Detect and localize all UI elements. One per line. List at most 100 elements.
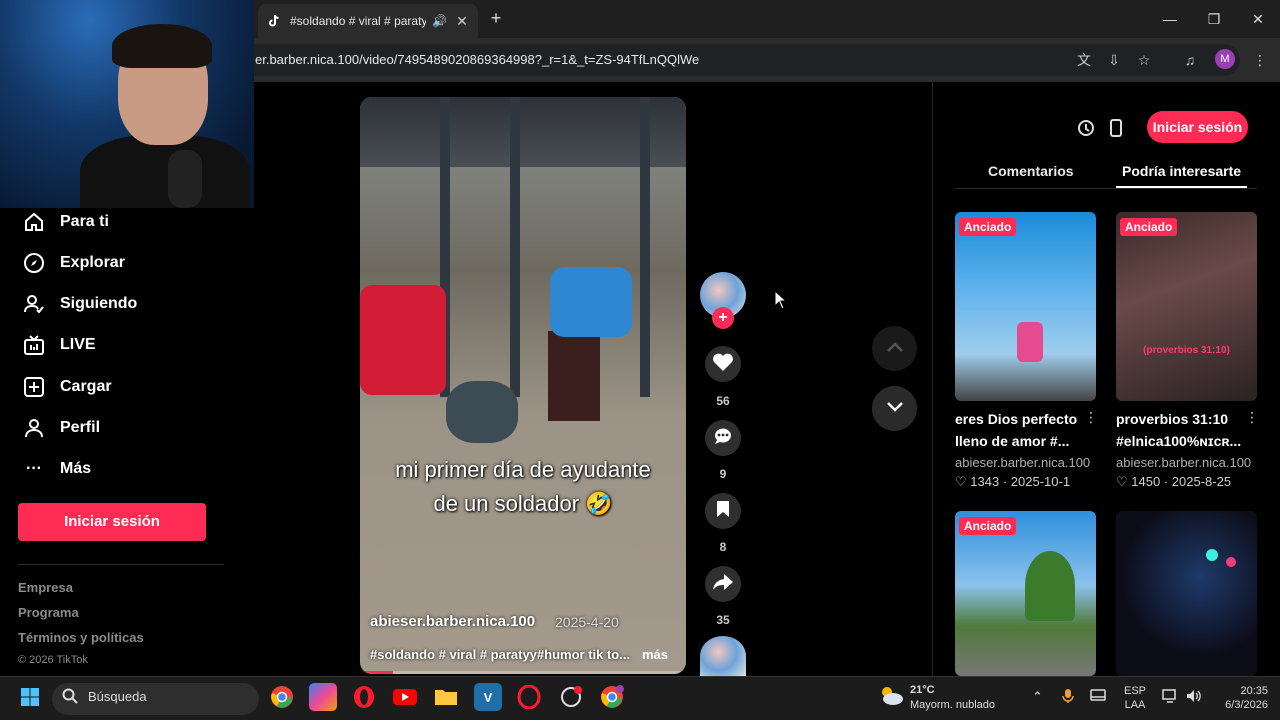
following-icon (20, 290, 48, 318)
network-icon[interactable] (1162, 689, 1178, 708)
audio-playing-icon[interactable]: 🔊 (432, 14, 448, 28)
meta-separator: · (1002, 474, 1011, 489)
coin-icon[interactable] (1072, 114, 1100, 142)
capture-app-icon[interactable] (557, 683, 585, 711)
tab-podria-interesarte[interactable]: Podría interesarte (1122, 163, 1241, 179)
card-date: 2025-10-1 (1010, 474, 1071, 489)
maximize-button[interactable]: ❐ (1194, 6, 1234, 32)
recommended-video-card[interactable]: Anciado (955, 511, 1096, 676)
card-meta: ♡ 1343 · 2025-10-1 (955, 474, 1070, 490)
follow-plus-icon[interactable]: + (712, 307, 734, 329)
chrome-profile-icon[interactable] (598, 683, 626, 711)
windows-start-icon[interactable] (16, 683, 44, 711)
card-menu-icon[interactable]: ⋮ (1245, 409, 1259, 426)
video-author[interactable]: abieser.barber.nica.100 (370, 613, 535, 630)
sidebar-item-mas[interactable]: ··· Más (20, 455, 91, 483)
sidebar-item-siguiendo[interactable]: Siguiendo (20, 290, 137, 318)
card-likes: 1343 (970, 474, 1000, 489)
tab-title: #soldando # viral # paratyy (290, 14, 426, 28)
share-button[interactable] (705, 566, 741, 602)
heart-outline-icon: ♡ (1116, 474, 1128, 489)
next-creator-avatar[interactable] (700, 636, 746, 676)
sidebar-item-live[interactable]: LIVE (20, 331, 96, 359)
volume-icon[interactable] (1186, 689, 1202, 708)
sidebar-item-perfil[interactable]: Perfil (20, 414, 100, 442)
chrome-icon[interactable] (268, 683, 296, 711)
browser-tab[interactable]: #soldando # viral # paratyy 🔊 ✕ (258, 4, 478, 38)
profile-avatar[interactable]: M (1215, 49, 1235, 69)
display-icon[interactable] (1090, 689, 1106, 708)
pinned-badge: Anciado (1120, 218, 1178, 236)
minimize-button[interactable]: — (1150, 6, 1190, 32)
tabs-divider (955, 188, 1257, 189)
card-title-line: proverbios 31:10 (1116, 411, 1229, 427)
save-button[interactable] (705, 493, 741, 529)
youtube-icon[interactable] (391, 683, 419, 711)
comment-button[interactable] (705, 420, 741, 456)
video-progress-fill (360, 671, 393, 674)
tab-close-icon[interactable]: ✕ (454, 13, 470, 30)
file-explorer-icon[interactable] (432, 683, 460, 711)
recommended-video-card[interactable] (1116, 511, 1257, 676)
mobile-app-icon[interactable] (1102, 114, 1130, 142)
share-count: 35 (716, 613, 730, 627)
footer-link-empresa[interactable]: Empresa (18, 580, 73, 595)
translate-icon[interactable]: 文 (1074, 50, 1094, 70)
sidebar-item-explorar[interactable]: Explorar (20, 249, 125, 277)
microphone-icon[interactable] (1062, 688, 1074, 709)
tray-chevron-up-icon[interactable]: ⌃ (1032, 690, 1043, 704)
video-description: #soldando # viral # paratyy#humor tik to… (370, 647, 631, 662)
card-title[interactable]: eres Dios perfecto lleno de amor #... (955, 408, 1090, 452)
heart-outline-icon: ♡ (955, 474, 967, 489)
copilot-icon[interactable] (309, 683, 337, 711)
video-more-link[interactable]: más (642, 647, 668, 662)
comment-icon (712, 426, 734, 451)
url-text: er.barber.nica.100/video/749548902086936… (255, 52, 700, 67)
like-button[interactable] (705, 346, 741, 382)
header-login-button[interactable]: Iniciar sesión (1147, 111, 1248, 143)
browser-menu-icon[interactable]: ⋮ (1250, 50, 1270, 70)
recommended-video-card[interactable]: (proverbios 31:10) Anciado (1116, 212, 1257, 401)
save-count: 8 (719, 540, 727, 554)
keyboard-layout: LAA (1124, 699, 1146, 711)
sidebar-item-para-ti[interactable]: Para ti (20, 208, 109, 236)
like-count: 56 (716, 394, 730, 408)
opera-icon[interactable] (350, 683, 378, 711)
video-progress-bar[interactable] (360, 671, 686, 674)
tiktok-favicon-icon (266, 13, 282, 29)
card-overlay-text: (proverbios 31:10) (1143, 345, 1230, 356)
sidebar-login-button[interactable]: Iniciar sesión (18, 503, 206, 541)
video-date: 2025-4-20 (555, 614, 619, 630)
card-author[interactable]: abieser.barber.nica.100 (955, 455, 1090, 470)
footer-link-programa[interactable]: Programa (18, 605, 79, 620)
new-tab-button[interactable]: + (486, 8, 506, 28)
card-title-line: lleno de amor #... (955, 433, 1070, 449)
card-thumbnail-person (1017, 322, 1043, 362)
video-player[interactable]: mi primer día de ayudante de un soldador… (360, 97, 686, 674)
previous-video-button[interactable] (872, 326, 917, 371)
sidebar-item-label: Para ti (60, 213, 109, 230)
bookmark-star-icon[interactable]: ☆ (1134, 50, 1154, 70)
opera-gx-icon[interactable] (515, 683, 543, 711)
search-icon (62, 688, 78, 709)
vegas-app-icon[interactable]: V (474, 683, 502, 711)
next-video-button[interactable] (872, 386, 917, 431)
media-control-icon[interactable]: ♫ (1180, 50, 1200, 70)
language-indicator[interactable]: ESP LAA (1122, 684, 1148, 712)
sidebar-item-label: LIVE (60, 336, 96, 353)
share-icon (712, 572, 734, 597)
card-title[interactable]: proverbios 31:10 #elnica100%ɴɪᴄʀ... (1116, 408, 1251, 452)
card-likes: 1450 (1131, 474, 1161, 489)
sidebar-item-cargar[interactable]: Cargar (20, 373, 112, 401)
caption-line: de un soldador 🤣 (433, 491, 613, 516)
taskbar-search[interactable] (52, 683, 259, 715)
card-menu-icon[interactable]: ⋮ (1084, 409, 1098, 426)
install-app-icon[interactable]: ⇩ (1104, 50, 1124, 70)
close-window-button[interactable]: ✕ (1238, 6, 1278, 32)
tab-comentarios[interactable]: Comentarios (988, 163, 1074, 179)
clock[interactable]: 20:35 6/3/2026 (1216, 684, 1268, 712)
footer-link-terminos[interactable]: Términos y políticas (18, 630, 144, 645)
card-author[interactable]: abieser.barber.nica.100 (1116, 455, 1251, 470)
recommended-video-card[interactable]: Anciado (955, 212, 1096, 401)
meta-separator: · (1163, 474, 1172, 489)
